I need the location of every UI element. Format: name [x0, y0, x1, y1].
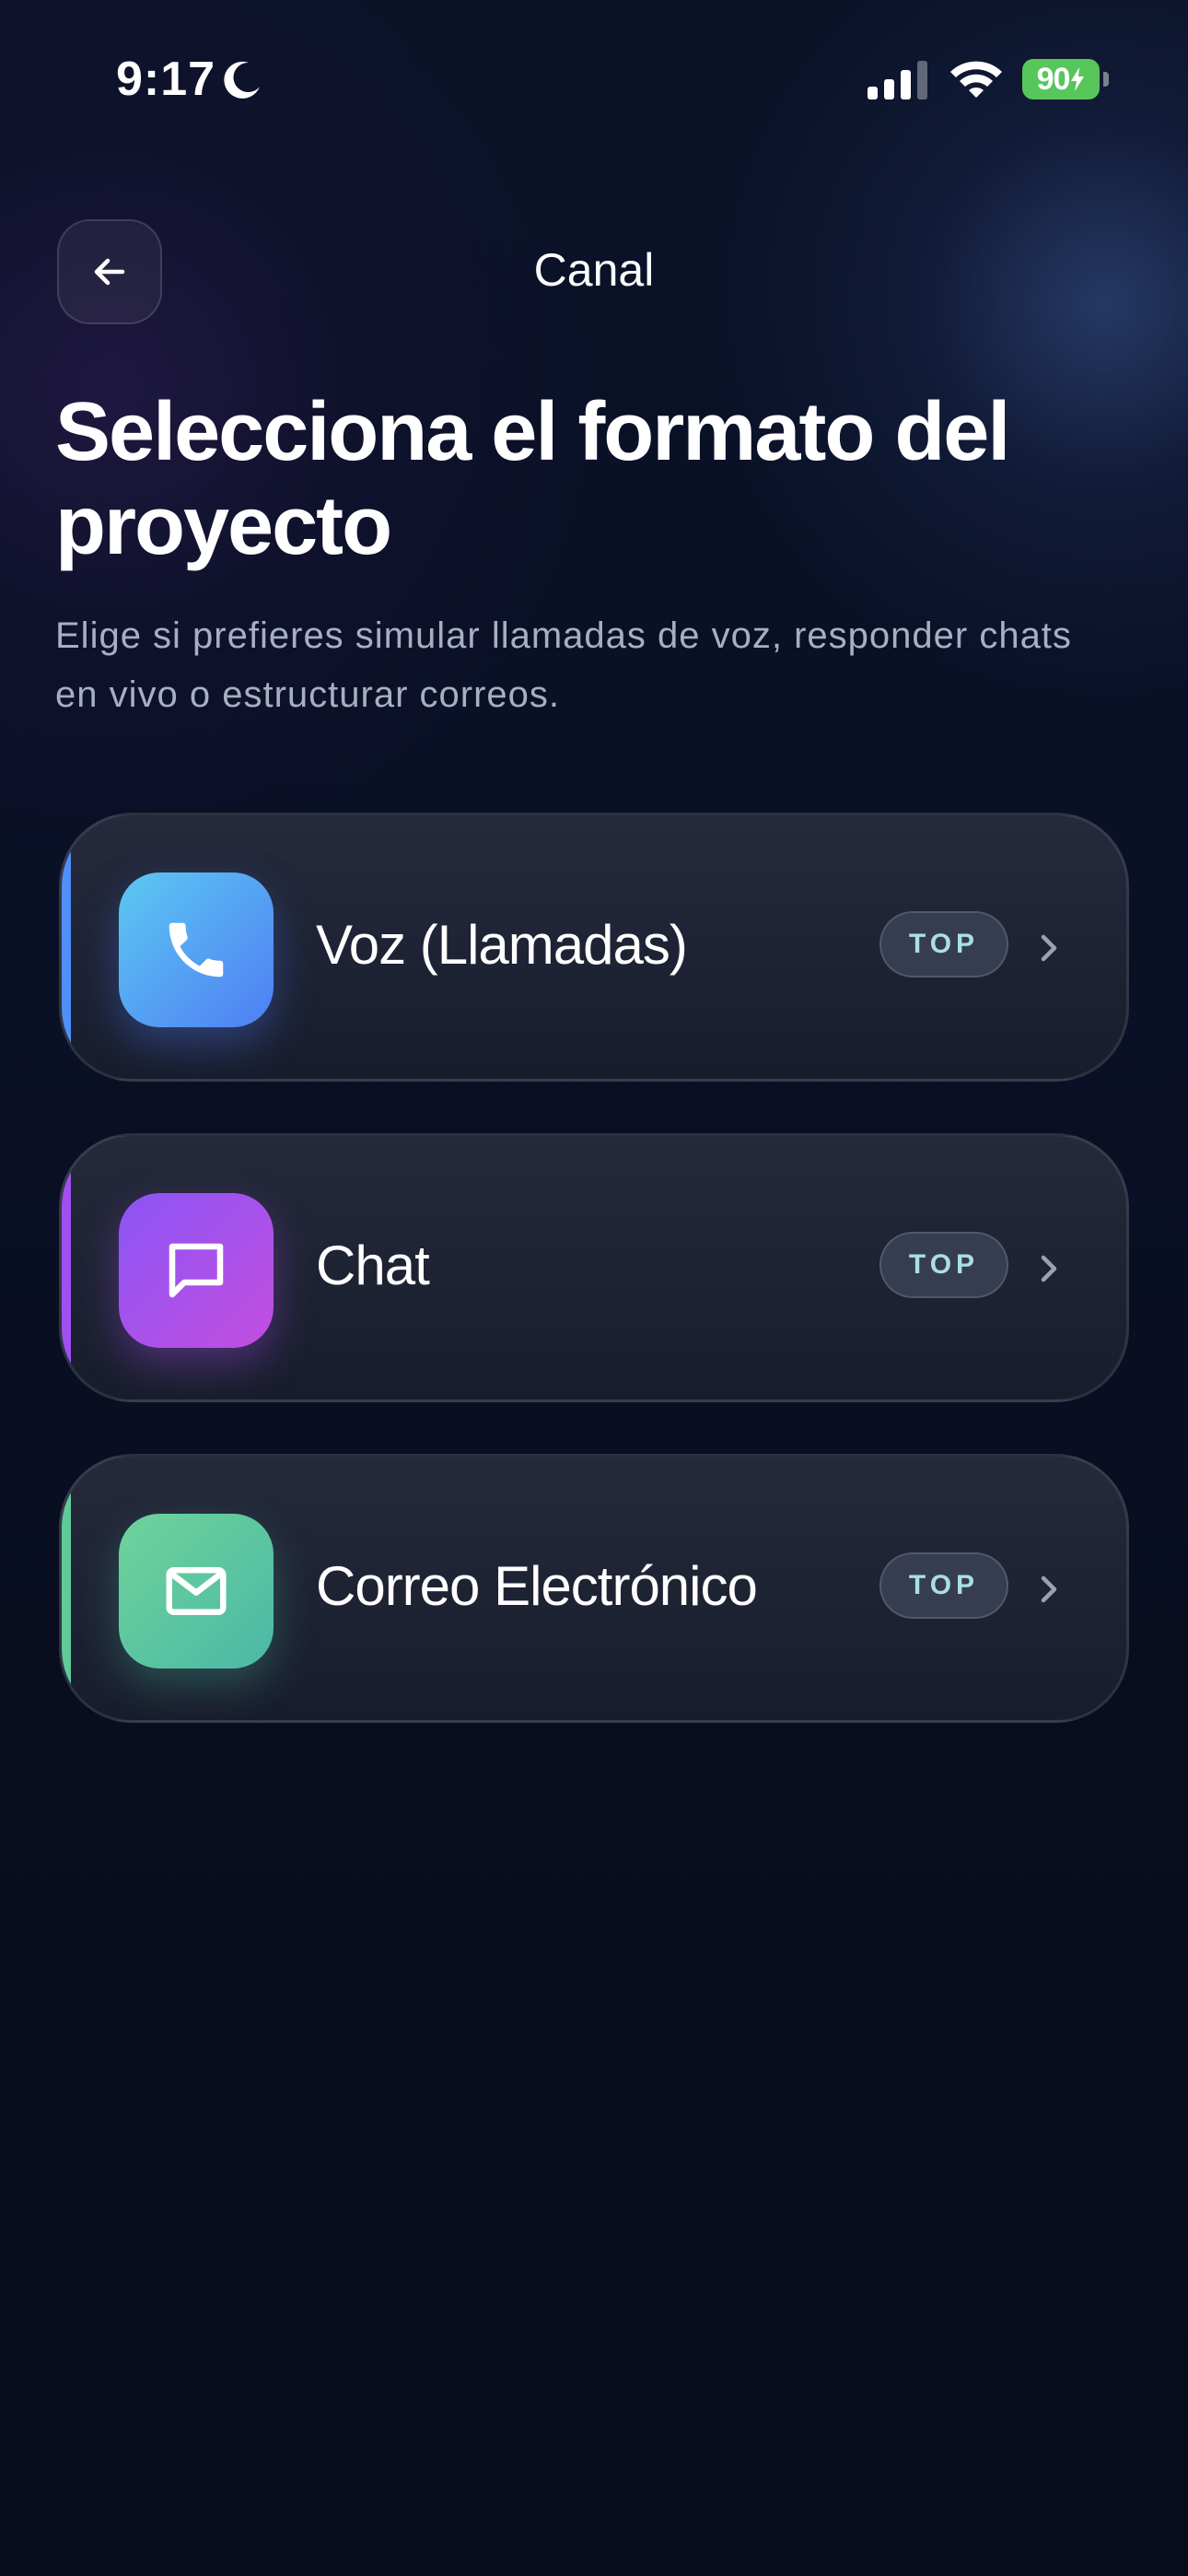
battery-indicator: 90 [1022, 59, 1111, 100]
moon-icon [224, 61, 260, 99]
page-subtitle: Elige si prefieres simular llamadas de v… [55, 615, 1072, 715]
option-label: Chat [316, 1235, 430, 1296]
card-accent [62, 852, 71, 1048]
option-card-email[interactable]: Correo Electrónico TOP [59, 1454, 1129, 1723]
top-badge: TOP [879, 1232, 1008, 1298]
option-label: Correo Electrónico [316, 1555, 758, 1617]
page-title: Selecciona el formato del proyecto [55, 386, 1010, 572]
chevron-right-icon [1041, 934, 1057, 962]
chevron-right-icon [1041, 1255, 1057, 1282]
chevron-right-icon [1041, 1575, 1057, 1603]
email-icon-tile [119, 1514, 274, 1669]
phone-icon [169, 922, 224, 978]
option-card-chat[interactable]: Chat TOP [59, 1133, 1129, 1402]
top-badge: TOP [879, 911, 1008, 978]
header-title: Canal [533, 244, 655, 296]
status-time: 9:17 [116, 53, 216, 106]
voice-icon-tile [119, 872, 274, 1027]
top-badge: TOP [879, 1552, 1008, 1619]
bolt-icon [1071, 67, 1085, 91]
signal-icon [868, 61, 927, 100]
chat-bubble-icon [169, 1243, 224, 1298]
wifi-icon [950, 61, 1002, 98]
battery-tip [1103, 72, 1109, 87]
battery-level: 90 [1036, 61, 1071, 97]
card-accent [62, 1493, 71, 1689]
battery-charging-icon: 90 [1022, 59, 1100, 100]
chat-icon-tile [119, 1193, 274, 1348]
card-accent [62, 1173, 71, 1368]
option-label: Voz (Llamadas) [316, 914, 688, 976]
status-bar: 9:17 90 [0, 0, 1188, 157]
option-card-voice[interactable]: Voz (Llamadas) TOP [59, 813, 1129, 1082]
mail-icon [166, 1567, 227, 1615]
